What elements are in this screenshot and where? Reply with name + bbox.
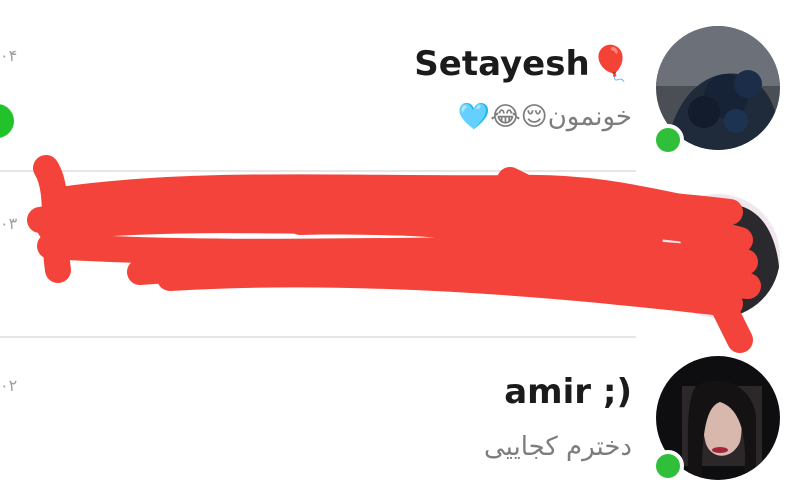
chat-preview: دخترم کجاییی (483, 432, 632, 462)
balloon-emoji-icon: 🎈 (589, 44, 632, 84)
chat-preview: خونمون😌😂🩵 (457, 102, 632, 132)
chat-row-setayesh[interactable]: ۰۴ Setayesh🎈 خونمون😌😂🩵 (0, 6, 800, 172)
avatar (656, 194, 780, 318)
online-indicator (652, 450, 684, 482)
chat-name: Setayesh🎈 (414, 44, 632, 84)
chat-time: ۰۴ (0, 46, 18, 65)
online-indicator (652, 124, 684, 156)
chat-time: ۰۲ (0, 376, 18, 395)
chat-time: ۰۳ (0, 214, 18, 233)
chat-name-text: Setayesh (414, 44, 590, 84)
chat-row-amir[interactable]: ۰۲ amir ;) دخترم کجاییی (0, 338, 800, 504)
chat-name: amir ;) (504, 372, 632, 412)
chat-row-redacted[interactable]: ۰۳ (0, 172, 800, 338)
unread-indicator (0, 104, 14, 138)
